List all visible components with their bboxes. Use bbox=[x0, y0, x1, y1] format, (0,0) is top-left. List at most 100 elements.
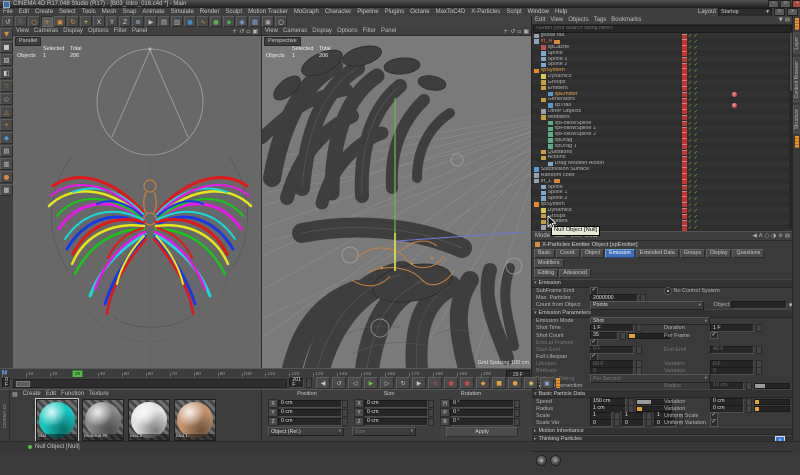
viewport-menu-item[interactable]: Cameras bbox=[34, 28, 58, 34]
render-visibility-toggle[interactable]: ✓ bbox=[694, 92, 698, 96]
enable-axis-icon[interactable]: + bbox=[0, 119, 13, 131]
lock-z-axis-icon[interactable]: Z bbox=[119, 16, 131, 27]
editor-visibility-toggle[interactable]: ✓ bbox=[688, 116, 692, 120]
am-panel-icon[interactable]: ▤ bbox=[785, 233, 790, 239]
om-menu-item[interactable]: Tags bbox=[594, 17, 607, 23]
viewport-menu-item[interactable]: Cameras bbox=[283, 28, 307, 34]
viewport-menu-item[interactable]: Display bbox=[63, 28, 83, 34]
editor-visibility-toggle[interactable]: ✓ bbox=[688, 226, 692, 230]
coordinate-system-icon[interactable]: ⊕ bbox=[132, 16, 144, 27]
section-emission[interactable]: ▾Emission bbox=[532, 279, 793, 288]
menu-item[interactable]: Create bbox=[32, 9, 56, 15]
editor-visibility-toggle[interactable]: ✓ bbox=[688, 98, 692, 102]
enable-toggle[interactable] bbox=[682, 225, 687, 231]
maximize-view-icon[interactable]: ▣ bbox=[252, 28, 258, 35]
menu-item[interactable]: Edit bbox=[16, 9, 32, 15]
render-visibility-toggle[interactable]: ✓ bbox=[694, 226, 698, 230]
render-visibility-toggle[interactable]: ✓ bbox=[694, 197, 698, 201]
menu-item[interactable]: Window bbox=[525, 9, 552, 15]
make-editable-icon[interactable]: ▼ bbox=[0, 28, 13, 40]
goto-end-button[interactable]: ▶ bbox=[412, 377, 426, 389]
viewport-canvas-perspective[interactable] bbox=[262, 36, 532, 368]
am-tab[interactable]: Basic bbox=[534, 249, 555, 258]
add-primitive-icon[interactable]: ● bbox=[210, 16, 222, 27]
loop-button[interactable]: ↻ bbox=[396, 377, 410, 389]
am-tab[interactable]: Editing bbox=[534, 269, 558, 278]
dock-handle[interactable] bbox=[556, 378, 560, 388]
menu-item[interactable]: Simulate bbox=[167, 9, 196, 15]
editor-visibility-toggle[interactable]: ✓ bbox=[688, 156, 692, 160]
size-field[interactable]: 0 cm bbox=[364, 418, 428, 426]
render-visibility-toggle[interactable]: ✓ bbox=[694, 191, 698, 195]
menu-item[interactable]: Render bbox=[197, 9, 223, 15]
render-visibility-toggle[interactable]: ✓ bbox=[694, 168, 698, 172]
render-visibility-toggle[interactable]: ✓ bbox=[694, 110, 698, 114]
editor-visibility-toggle[interactable]: ✓ bbox=[688, 81, 692, 85]
array-icon[interactable]: ▦ bbox=[249, 16, 261, 27]
apply-button[interactable]: Apply bbox=[446, 427, 518, 437]
editor-visibility-toggle[interactable]: ✓ bbox=[688, 220, 692, 224]
viewport-menu-item[interactable]: Panel bbox=[381, 28, 396, 34]
radius-variation-slider[interactable] bbox=[754, 406, 790, 412]
am-tab[interactable]: Object bbox=[581, 249, 604, 258]
autokey-button[interactable]: ⊘ bbox=[428, 377, 442, 389]
scale-var-x-field[interactable]: 0 bbox=[590, 419, 612, 427]
editor-visibility-toggle[interactable]: ✓ bbox=[688, 92, 692, 96]
menu-item[interactable]: Octane bbox=[407, 9, 432, 15]
workplane-icon[interactable]: ▤ bbox=[0, 145, 13, 157]
menu-item[interactable]: Script bbox=[503, 9, 524, 15]
render-visibility-toggle[interactable]: ✓ bbox=[694, 203, 698, 207]
key-rotation-button[interactable]: ● bbox=[508, 377, 522, 389]
render-visibility-toggle[interactable]: ✓ bbox=[694, 151, 698, 155]
menu-item[interactable]: Snap bbox=[119, 9, 139, 15]
editor-visibility-toggle[interactable]: ✓ bbox=[688, 174, 692, 178]
model-mode-icon[interactable]: ■ bbox=[0, 41, 13, 53]
editor-visibility-toggle[interactable]: ✓ bbox=[688, 40, 692, 44]
viewport-menu-item[interactable]: View bbox=[16, 28, 29, 34]
editor-visibility-toggle[interactable]: ✓ bbox=[688, 46, 692, 50]
editor-visibility-toggle[interactable]: ✓ bbox=[688, 75, 692, 79]
menu-item[interactable]: X-Particles bbox=[468, 9, 503, 15]
am-tab[interactable]: Display bbox=[706, 249, 731, 258]
last-tool-icon[interactable]: + bbox=[80, 16, 92, 27]
editor-visibility-toggle[interactable]: ✓ bbox=[688, 34, 692, 38]
pan-view-icon[interactable]: + bbox=[232, 28, 237, 35]
render-visibility-toggle[interactable]: ✓ bbox=[694, 133, 698, 137]
om-search-input[interactable]: <Enter your search string here> bbox=[533, 25, 792, 33]
am-history-icon[interactable]: ◑ bbox=[771, 233, 776, 239]
dock-tab-cinema4d[interactable]: CINEMA 4D bbox=[0, 390, 10, 442]
render-visibility-toggle[interactable]: ✓ bbox=[694, 220, 698, 224]
maximize-view-icon[interactable]: ▣ bbox=[523, 28, 529, 35]
om-menu-item[interactable]: View bbox=[550, 17, 563, 23]
prev-frame-button[interactable]: ◁ bbox=[348, 377, 362, 389]
editor-visibility-toggle[interactable]: ✓ bbox=[688, 69, 692, 73]
om-filter-icon[interactable]: ▼ bbox=[779, 17, 783, 23]
menu-item[interactable]: Motion Tracker bbox=[245, 9, 291, 15]
render-visibility-toggle[interactable]: ✓ bbox=[694, 46, 698, 50]
render-visibility-toggle[interactable]: ✓ bbox=[694, 127, 698, 131]
menu-item[interactable]: Select bbox=[56, 9, 79, 15]
editor-visibility-toggle[interactable]: ✓ bbox=[688, 133, 692, 137]
am-tab[interactable]: Advanced bbox=[559, 269, 591, 278]
pen-tool-icon[interactable]: ∿ bbox=[197, 16, 209, 27]
material-menu-item[interactable]: Create bbox=[23, 391, 41, 397]
layout-restore-button[interactable]: □ bbox=[774, 8, 785, 16]
position-field[interactable]: 0 cm bbox=[278, 409, 342, 417]
editor-visibility-toggle[interactable]: ✓ bbox=[688, 104, 692, 108]
editor-visibility-toggle[interactable]: ✓ bbox=[688, 203, 692, 207]
key-parameter-button[interactable]: ◉ bbox=[524, 377, 538, 389]
dock-tab[interactable]: Content Browser bbox=[793, 57, 800, 102]
undo-icon[interactable]: ↺ bbox=[2, 16, 14, 27]
render-visibility-toggle[interactable]: ✓ bbox=[694, 156, 698, 160]
lock-y-axis-icon[interactable]: Y bbox=[106, 16, 118, 27]
key-pla-button[interactable]: ▣ bbox=[540, 377, 554, 389]
material-menu-item[interactable]: Function bbox=[61, 391, 84, 397]
redo-icon[interactable]: ↻ bbox=[15, 16, 27, 27]
rotation-field[interactable]: 0 ° bbox=[450, 400, 514, 408]
render-queue-icon[interactable]: ▥ bbox=[171, 16, 183, 27]
key-scale-button[interactable]: ■ bbox=[492, 377, 506, 389]
zoom-view-icon[interactable]: ▫ bbox=[246, 28, 250, 35]
om-panel-icon[interactable]: ▤ bbox=[785, 17, 790, 23]
render-visibility-toggle[interactable]: ✓ bbox=[694, 52, 698, 56]
render-visibility-toggle[interactable]: ✓ bbox=[694, 116, 698, 120]
